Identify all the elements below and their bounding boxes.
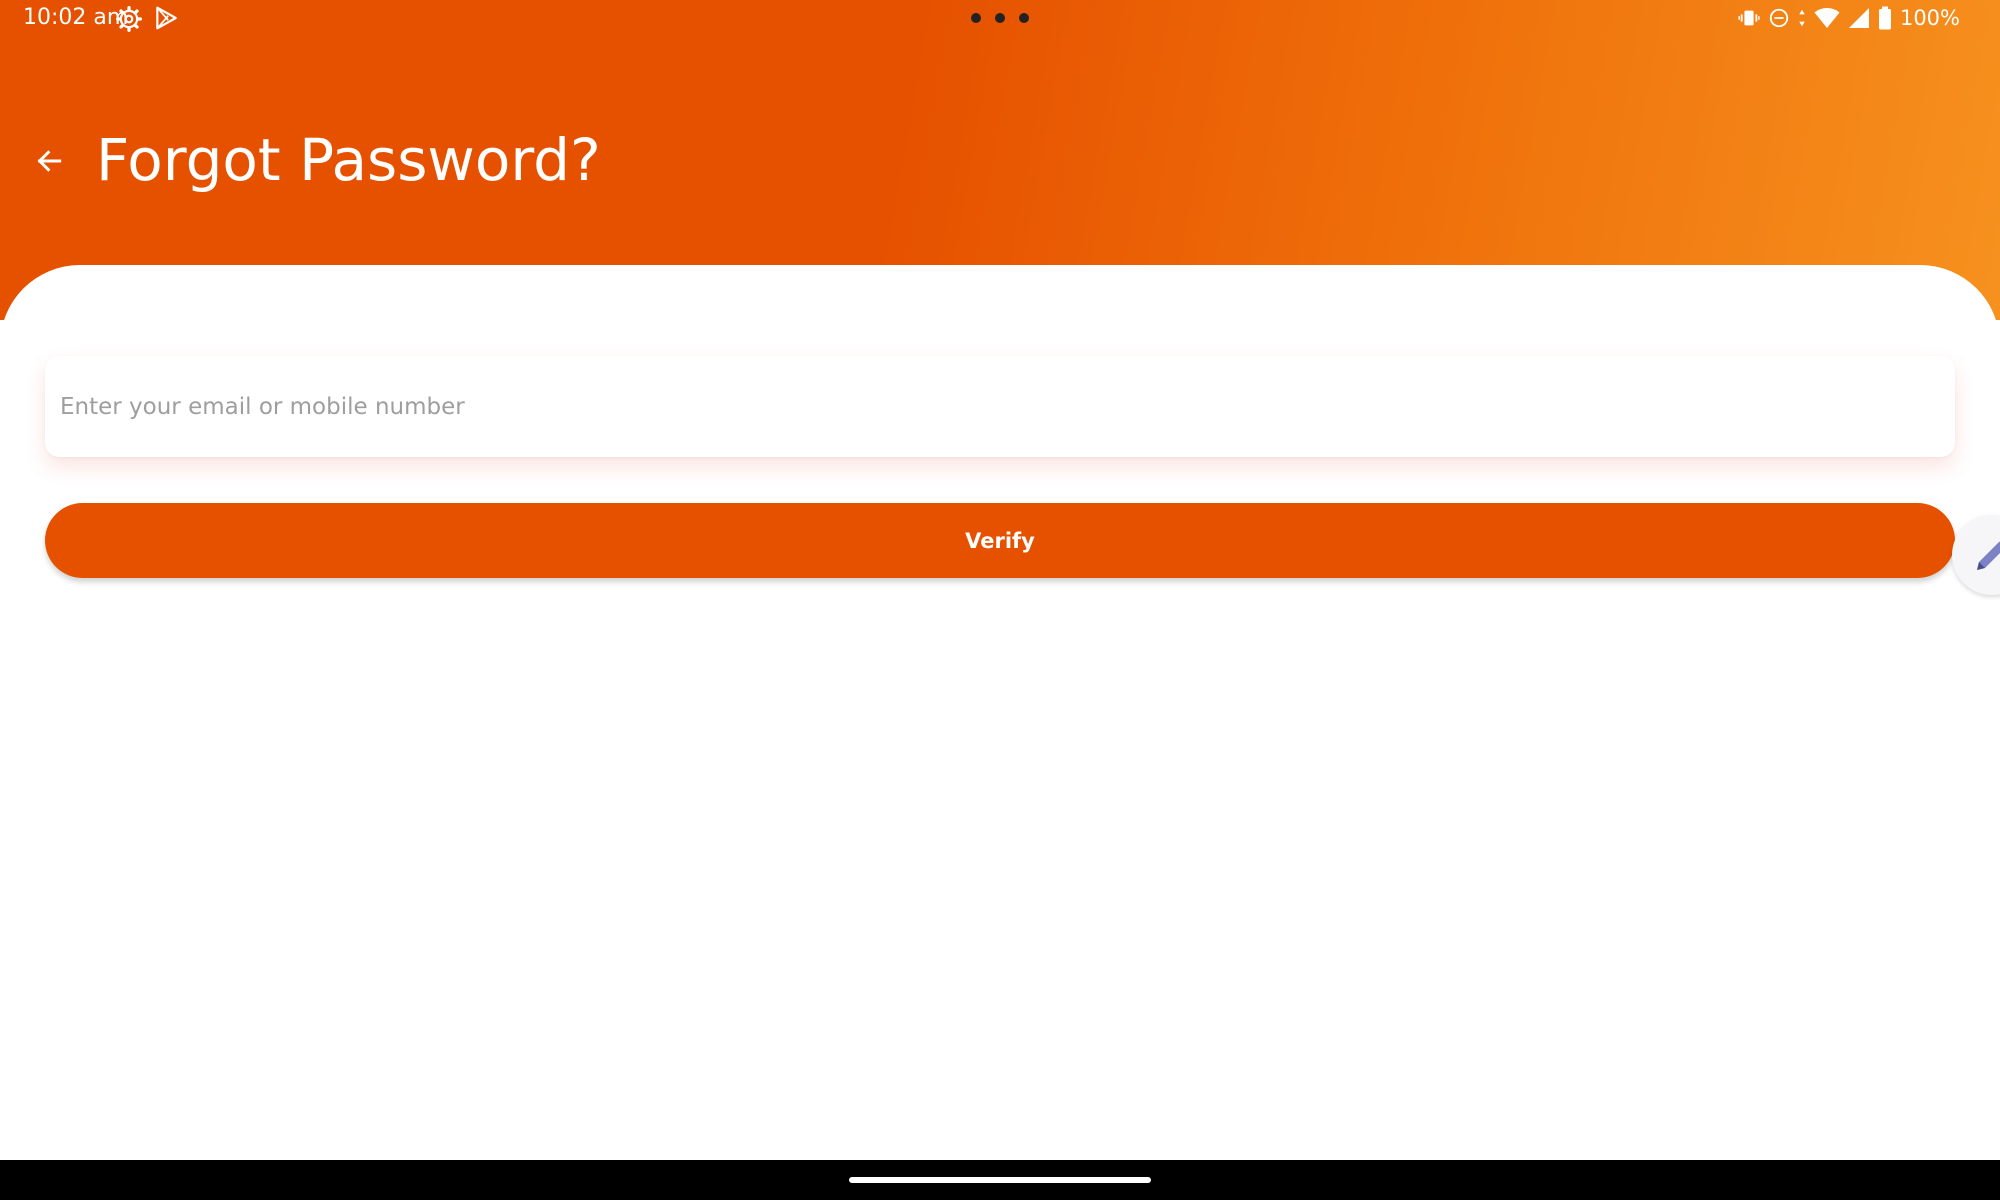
verify-button[interactable]: Verify bbox=[45, 503, 1955, 578]
status-icons: 100% bbox=[1738, 4, 1960, 32]
home-gesture-handle[interactable] bbox=[849, 1177, 1151, 1183]
camera-dots-icon bbox=[971, 13, 1029, 23]
gear-icon bbox=[116, 6, 142, 32]
email-or-mobile-input[interactable] bbox=[45, 356, 1955, 457]
page-title: Forgot Password? bbox=[96, 126, 601, 194]
vibrate-icon bbox=[1738, 10, 1760, 26]
signal-icon bbox=[1848, 8, 1869, 28]
battery-percentage: 100% bbox=[1899, 6, 1960, 30]
status-bar: 10:02 am 100% bbox=[0, 0, 2000, 36]
play-store-icon bbox=[156, 6, 177, 30]
data-arrows-icon bbox=[1799, 9, 1805, 27]
arrow-left-icon bbox=[37, 150, 62, 172]
back-button[interactable] bbox=[26, 138, 72, 184]
wifi-icon bbox=[1814, 8, 1840, 28]
do-not-disturb-icon bbox=[1769, 8, 1789, 28]
battery-icon bbox=[1878, 6, 1891, 30]
status-time: 10:02 am bbox=[23, 5, 129, 30]
pencil-icon bbox=[1977, 541, 2000, 570]
